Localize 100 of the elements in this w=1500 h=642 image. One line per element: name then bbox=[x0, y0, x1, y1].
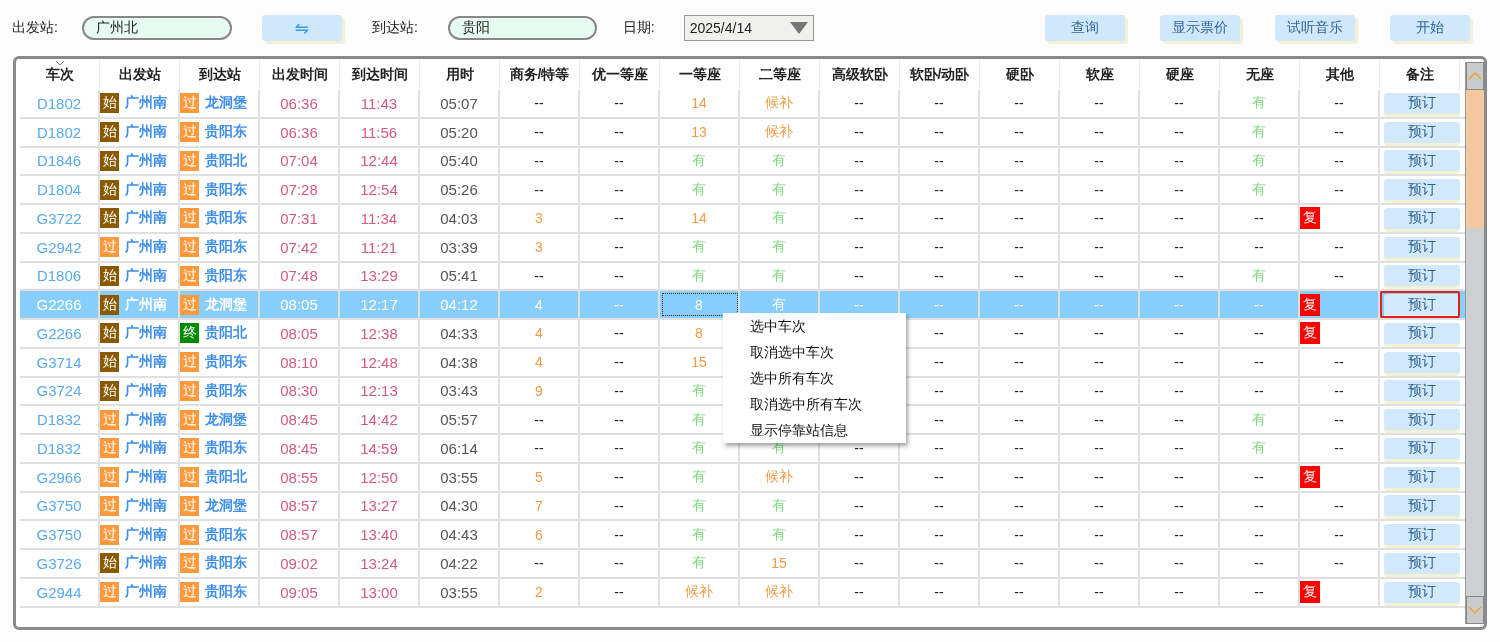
duration: 04:12 bbox=[440, 296, 478, 314]
book-button[interactable]: 预订 bbox=[1384, 150, 1460, 172]
departure-field[interactable]: 广州北 bbox=[81, 16, 232, 40]
column-header[interactable]: 一等座 bbox=[678, 65, 721, 84]
book-button[interactable]: 预订 bbox=[1384, 466, 1460, 488]
selected-table-row[interactable]: G2266 始 广州南 过 龙洞堡 08:05 12:17 04:12 4 -- 8 有 -- -- -- -- -- -- 复 预订 bbox=[20, 291, 1465, 320]
seat-availability: -- bbox=[854, 526, 864, 543]
book-button[interactable]: 预订 bbox=[1384, 92, 1460, 114]
seat-availability: -- bbox=[534, 181, 544, 198]
book-button[interactable]: 预订 bbox=[1384, 207, 1460, 229]
seat-availability: -- bbox=[1334, 526, 1344, 543]
scroll-up-icon[interactable] bbox=[1468, 72, 1482, 80]
seat-availability: 有 bbox=[692, 554, 706, 573]
column-header[interactable]: 到达时间 bbox=[351, 65, 408, 84]
seat-availability: -- bbox=[934, 239, 944, 256]
book-button[interactable]: 预订 bbox=[1384, 581, 1460, 603]
train-number: G3726 bbox=[36, 554, 82, 572]
column-header[interactable]: 二等座 bbox=[758, 65, 801, 84]
toolbar-button[interactable]: 试听音乐 bbox=[1274, 15, 1355, 41]
seat-availability: -- bbox=[934, 210, 944, 227]
seat-availability: -- bbox=[614, 296, 624, 313]
station-type-tag: 过 bbox=[180, 150, 199, 171]
column-header[interactable]: 高级软卧 bbox=[831, 65, 888, 84]
seat-availability: -- bbox=[1094, 411, 1104, 428]
arrival-field[interactable]: 贵阳 bbox=[447, 16, 597, 40]
column-header[interactable]: 出发时间 bbox=[271, 65, 328, 84]
column-header[interactable]: 优一等座 bbox=[591, 65, 648, 84]
book-button[interactable]: 预订 bbox=[1384, 294, 1460, 316]
menu-item[interactable]: 选中所有车次 bbox=[723, 365, 906, 391]
scrollbar[interactable] bbox=[1465, 62, 1484, 624]
departure-time: 07:42 bbox=[280, 238, 318, 256]
station-name: 贵阳东 bbox=[205, 583, 247, 602]
train-number: D1832 bbox=[36, 411, 82, 429]
station-type-tag: 过 bbox=[180, 438, 199, 459]
column-header[interactable]: 车次 bbox=[45, 65, 74, 84]
seat-availability: -- bbox=[1014, 469, 1024, 486]
scrollbar-thumb[interactable] bbox=[1466, 90, 1484, 228]
column-header[interactable]: 硬卧 bbox=[1005, 65, 1034, 84]
seat-availability: -- bbox=[934, 497, 944, 514]
station-name: 贵阳东 bbox=[205, 381, 247, 400]
seat-availability: 候补 bbox=[765, 123, 793, 142]
date-dropdown[interactable]: 2025/4/14 bbox=[683, 15, 814, 41]
station-name: 广州南 bbox=[125, 324, 167, 343]
book-button[interactable]: 预订 bbox=[1384, 380, 1460, 402]
toolbar-button[interactable]: 显示票价 bbox=[1159, 15, 1240, 41]
book-button[interactable]: 预订 bbox=[1384, 236, 1460, 258]
station-name: 广州南 bbox=[125, 496, 167, 515]
seat-availability: -- bbox=[1014, 440, 1024, 457]
column-header[interactable]: 到达站 bbox=[198, 65, 241, 84]
seat-availability: -- bbox=[934, 440, 944, 457]
station-type-tag: 过 bbox=[100, 409, 119, 430]
station-name: 贵阳东 bbox=[205, 180, 247, 199]
menu-item[interactable]: 取消选中车次 bbox=[723, 339, 906, 365]
seat-availability: -- bbox=[934, 584, 944, 601]
menu-item[interactable]: 显示停靠站信息 bbox=[723, 417, 906, 443]
column-header[interactable]: 其他 bbox=[1325, 65, 1354, 84]
train-number: D1802 bbox=[36, 123, 82, 141]
book-button[interactable]: 预订 bbox=[1384, 179, 1460, 201]
toolbar-button[interactable]: 开始 bbox=[1389, 15, 1470, 41]
menu-item[interactable]: 取消选中所有车次 bbox=[723, 391, 906, 417]
seat-availability: -- bbox=[1014, 382, 1024, 399]
station-type-tag: 过 bbox=[180, 495, 199, 516]
column-header[interactable]: 软卧/动卧 bbox=[909, 65, 970, 84]
book-button[interactable]: 预订 bbox=[1384, 322, 1460, 344]
book-button[interactable]: 预订 bbox=[1384, 552, 1460, 574]
seat-availability: 有 bbox=[1252, 94, 1266, 113]
seat-availability: -- bbox=[534, 124, 544, 141]
seat-availability: -- bbox=[1094, 95, 1104, 112]
book-button[interactable]: 预订 bbox=[1384, 121, 1460, 143]
book-button[interactable]: 预订 bbox=[1384, 409, 1460, 431]
toolbar-button[interactable]: 查询 bbox=[1044, 15, 1125, 41]
seat-availability: -- bbox=[1174, 584, 1184, 601]
station-name: 龙洞堡 bbox=[205, 94, 247, 113]
column-header[interactable]: 用时 bbox=[445, 65, 474, 84]
seat-availability: -- bbox=[1254, 296, 1264, 313]
book-button[interactable]: 预订 bbox=[1384, 265, 1460, 287]
seat-availability: -- bbox=[614, 95, 624, 112]
seat-availability: -- bbox=[1254, 526, 1264, 543]
date-label: 日期: bbox=[622, 19, 655, 37]
seat-availability: -- bbox=[934, 95, 944, 112]
column-header[interactable]: 软座 bbox=[1085, 65, 1114, 84]
seat-availability: 9 bbox=[535, 382, 543, 399]
book-button[interactable]: 预订 bbox=[1384, 437, 1460, 459]
seat-availability: -- bbox=[1094, 210, 1104, 227]
scroll-down-icon[interactable] bbox=[1468, 606, 1482, 614]
book-button[interactable]: 预订 bbox=[1384, 524, 1460, 546]
column-header[interactable]: 备注 bbox=[1405, 65, 1434, 84]
column-header[interactable]: 商务/特等 bbox=[509, 65, 570, 84]
column-header[interactable]: 出发站 bbox=[118, 65, 161, 84]
seat-availability: 有 bbox=[692, 151, 706, 170]
book-button[interactable]: 预订 bbox=[1384, 495, 1460, 517]
column-header[interactable]: 硬座 bbox=[1165, 65, 1194, 84]
book-button[interactable]: 预订 bbox=[1384, 351, 1460, 373]
seat-availability: -- bbox=[1094, 354, 1104, 371]
column-header[interactable]: 无座 bbox=[1245, 65, 1274, 84]
station-type-tag: 过 bbox=[180, 524, 199, 545]
seat-availability: -- bbox=[614, 354, 624, 371]
station-name: 广州南 bbox=[125, 94, 167, 113]
seat-availability: -- bbox=[854, 95, 864, 112]
seat-availability: -- bbox=[934, 382, 944, 399]
